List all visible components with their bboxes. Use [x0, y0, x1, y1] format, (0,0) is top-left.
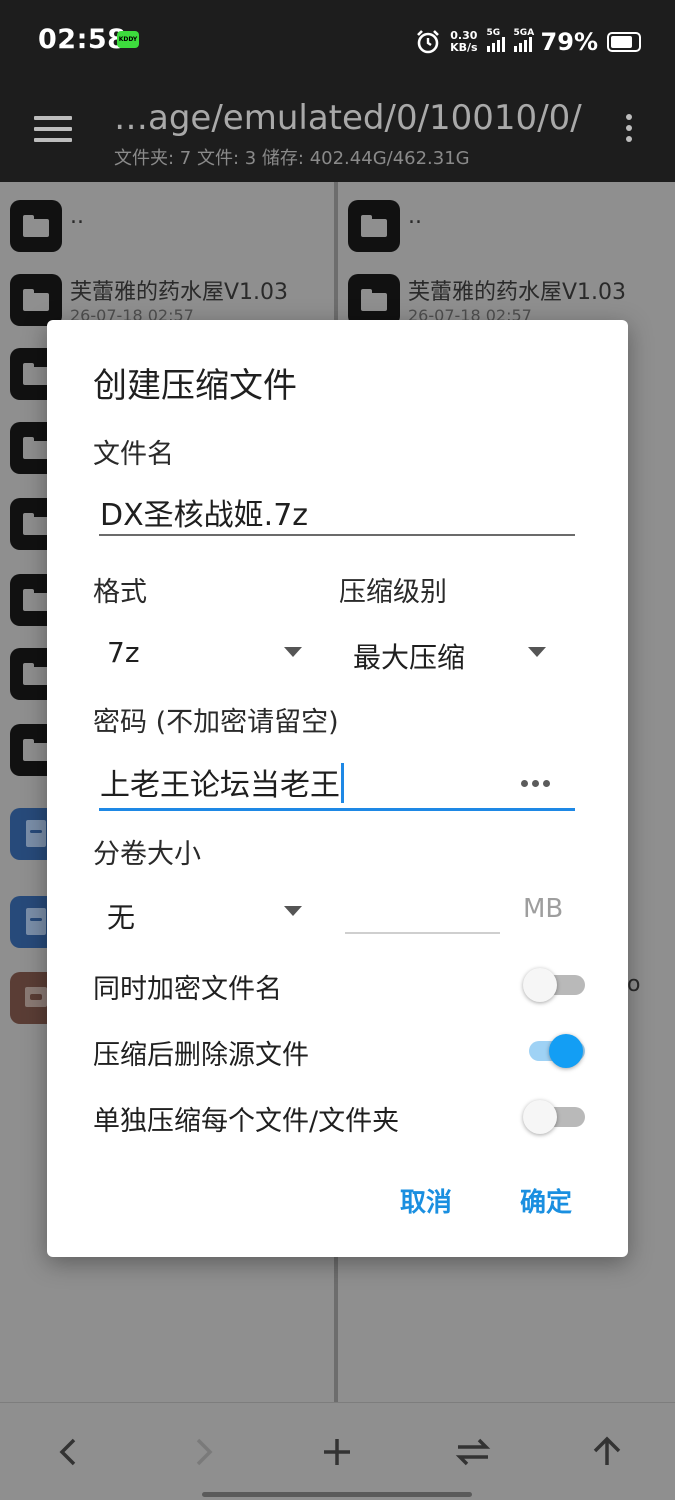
signal-sim2-icon: 5GA — [513, 28, 534, 52]
encrypt-names-toggle[interactable] — [523, 968, 585, 1002]
separate-archives-toggle[interactable] — [523, 1100, 585, 1134]
text-cursor — [341, 763, 344, 803]
create-archive-dialog: 创建压缩文件 文件名 DX圣核战姬.7z 格式 压缩级别 7z 最大压缩 密码 … — [47, 320, 628, 1257]
filename-label: 文件名 — [93, 439, 174, 470]
forward-icon[interactable] — [192, 1437, 216, 1467]
file-name: 芙蕾雅的药水屋V1.03 — [408, 280, 627, 305]
partial-file-text: o — [627, 972, 641, 997]
up-icon[interactable] — [592, 1435, 622, 1467]
gesture-bar[interactable] — [202, 1492, 472, 1497]
switch-row-encrypt-names[interactable]: 同时加密文件名 — [93, 965, 585, 1005]
signal-sim1-icon: 5G — [486, 28, 505, 52]
current-path[interactable]: …age/emulated/0/10010/0/ — [114, 98, 582, 138]
file-name: 芙蕾雅的药水屋V1.03 — [70, 280, 289, 305]
dialog-title: 创建压缩文件 — [93, 366, 297, 406]
network-speed: 0.30 KB/s — [450, 29, 478, 54]
swap-icon[interactable] — [454, 1437, 492, 1467]
list-item-parent[interactable]: .. — [0, 190, 334, 260]
filename-underline — [99, 534, 575, 536]
format-label: 格式 — [93, 577, 147, 608]
delete-source-toggle[interactable] — [523, 1034, 585, 1068]
cancel-button[interactable]: 取消 — [400, 1182, 452, 1219]
storage-info: 文件夹: 7 文件: 3 储存: 402.44G/462.31G — [114, 148, 470, 169]
menu-icon[interactable] — [34, 116, 72, 144]
back-icon[interactable] — [56, 1437, 80, 1467]
list-item-parent[interactable]: .. — [338, 190, 675, 260]
confirm-button[interactable]: 确定 — [520, 1182, 572, 1219]
folder-icon — [348, 274, 400, 326]
level-select[interactable]: 最大压缩 — [353, 636, 465, 676]
split-select[interactable]: 无 — [107, 896, 135, 936]
status-bar: 02:58 KDDY 0.30 KB/s 5G 5GA 79% — [0, 0, 675, 84]
folder-icon — [348, 200, 400, 252]
level-dropdown-icon[interactable] — [528, 647, 546, 657]
bottom-toolbar — [0, 1402, 675, 1500]
switch-row-separate-archives[interactable]: 单独压缩每个文件/文件夹 — [93, 1097, 585, 1137]
battery-icon — [607, 32, 641, 52]
status-icons: 0.30 KB/s 5G 5GA 79% — [415, 26, 641, 58]
password-label: 密码 (不加密请留空) — [93, 707, 339, 738]
more-options-icon[interactable] — [624, 114, 634, 150]
battery-percent: 79% — [540, 28, 598, 56]
split-unit: MB — [523, 894, 564, 924]
split-dropdown-icon[interactable] — [284, 906, 302, 916]
alarm-icon — [417, 30, 439, 54]
format-select[interactable]: 7z — [107, 636, 140, 669]
split-size-input[interactable] — [345, 932, 500, 934]
password-input[interactable]: 上老王论坛当老王 — [100, 760, 344, 804]
folder-icon — [10, 200, 62, 252]
password-visibility-icon[interactable] — [521, 780, 555, 788]
password-underline — [99, 808, 575, 811]
add-icon[interactable] — [322, 1437, 352, 1467]
switch-row-delete-source[interactable]: 压缩后删除源文件 — [93, 1031, 585, 1071]
app-bar: …age/emulated/0/10010/0/ 文件夹: 7 文件: 3 储存… — [0, 84, 675, 182]
split-label: 分卷大小 — [93, 839, 201, 870]
filename-input[interactable]: DX圣核战姬.7z — [100, 490, 308, 534]
app-badge-icon: KDDY — [117, 31, 139, 48]
folder-icon — [10, 274, 62, 326]
clock: 02:58 — [38, 24, 127, 55]
level-label: 压缩级别 — [339, 577, 447, 608]
format-dropdown-icon[interactable] — [284, 647, 302, 657]
